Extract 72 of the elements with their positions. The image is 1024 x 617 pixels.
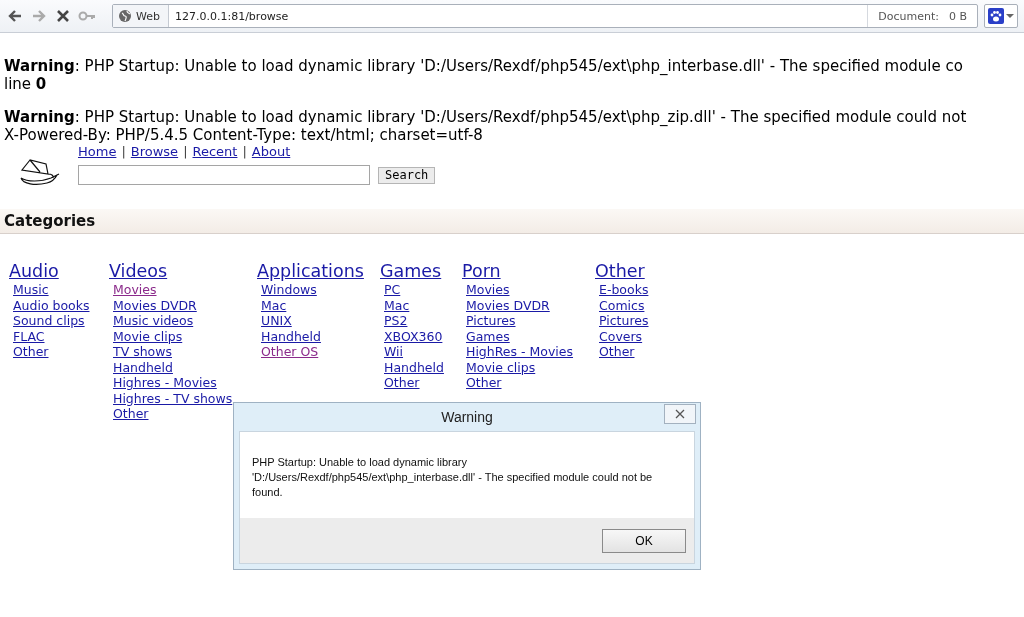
category-link[interactable]: Wii <box>384 344 404 360</box>
category-heading[interactable]: Audio <box>9 262 59 281</box>
caret-icon <box>1006 13 1014 19</box>
category-link[interactable]: Windows <box>261 282 317 298</box>
category-link[interactable]: Other <box>599 344 635 360</box>
category-link[interactable]: Audio books <box>13 297 90 313</box>
category-link[interactable]: Movie clips <box>113 328 183 344</box>
dialog-message: PHP Startup: Unable to load dynamic library 'D:/Users/Rexdf/php545/ext\php_interbase.dll' - The specified module could not be found. <box>252 455 654 500</box>
category-heading[interactable]: Videos <box>109 262 168 281</box>
category-link[interactable]: Other OS <box>261 344 319 360</box>
section-title: Categories <box>0 209 1024 234</box>
category-link[interactable]: Handheld <box>261 328 321 344</box>
category-link[interactable]: Other <box>466 375 502 391</box>
address-bar[interactable]: Web 127.0.0.1:81/browse Document: 0 B <box>112 4 978 28</box>
search-field[interactable] <box>78 165 370 185</box>
search-engine-button[interactable] <box>984 4 1018 28</box>
category-link[interactable]: E-books <box>599 282 649 298</box>
nav-separator: | <box>242 144 247 160</box>
category-link[interactable]: Movies DVDR <box>113 297 197 313</box>
category-link[interactable]: UNIX <box>261 313 292 329</box>
category-link[interactable]: Handheld <box>113 359 173 375</box>
category-link[interactable]: Other <box>13 344 49 360</box>
category-link[interactable]: Movies <box>113 282 157 298</box>
close-button[interactable] <box>664 404 696 424</box>
category-link[interactable]: Mac <box>261 297 287 313</box>
search-button[interactable]: Search <box>378 166 436 184</box>
category-link[interactable]: Music videos <box>113 313 194 329</box>
category-link[interactable]: Movies <box>466 282 510 298</box>
category-heading[interactable]: Games <box>380 262 442 281</box>
category-link[interactable]: FLAC <box>13 328 45 344</box>
status-label: Document: <box>878 9 939 23</box>
category-link[interactable]: Handheld <box>384 359 444 375</box>
status-value: 0 B <box>948 9 967 23</box>
category-link[interactable]: HighRes - Movies <box>466 344 574 360</box>
category-heading[interactable]: Porn <box>462 262 501 281</box>
header-line: X-Powered-By: PHP/5.4.5 Content-Type: text/html; charset=utf-8 <box>4 126 484 144</box>
mode-label: Web <box>136 9 160 23</box>
nav-link[interactable]: Home <box>78 144 117 160</box>
nav-separator: | <box>183 144 188 160</box>
category-link[interactable]: Pictures <box>599 313 649 329</box>
category-heading[interactable]: Other <box>595 262 645 281</box>
warning-message: Warning: PHP Startup: Unable to load dynamic library 'D:/Users/Rexdf/php545/ext\php_interbase.dll' - The specified module co <box>4 57 964 75</box>
url-text: 127.0.0.1:81/browse <box>174 9 290 23</box>
category-link[interactable]: Games <box>466 328 510 344</box>
category-link[interactable]: TV shows <box>113 344 172 360</box>
category-link[interactable]: Music <box>13 282 49 298</box>
category-link[interactable]: PC <box>384 282 401 298</box>
nav-link[interactable]: About <box>251 144 291 160</box>
category-link[interactable]: Movies DVDR <box>466 297 550 313</box>
ok-button[interactable]: OK <box>602 528 686 553</box>
category-link[interactable]: Covers <box>599 328 643 344</box>
category-link[interactable]: XBOX360 <box>384 328 443 344</box>
nav-separator: | <box>121 144 126 160</box>
paw-icon <box>988 8 1004 24</box>
nav-link[interactable]: Recent <box>192 144 238 160</box>
category-link[interactable]: Pictures <box>466 313 516 329</box>
category-link[interactable]: Sound clips <box>13 313 85 329</box>
category-link[interactable]: Highres - TV shows <box>113 390 233 406</box>
category-link[interactable]: PS2 <box>384 313 408 329</box>
close-icon <box>675 409 685 419</box>
category-link[interactable]: Highres - Movies <box>113 375 217 391</box>
dialog-title: Warning <box>441 409 493 425</box>
nav-link[interactable]: Browse <box>130 144 179 160</box>
warning-message: line 0 <box>4 75 48 93</box>
category-link[interactable]: Mac <box>384 297 410 313</box>
category-heading[interactable]: Applications <box>257 262 364 281</box>
category-link[interactable]: Other <box>113 406 149 422</box>
category-link[interactable]: Movie clips <box>466 359 536 375</box>
category-link[interactable]: Other <box>384 375 420 391</box>
warning-message: Warning: PHP Startup: Unable to load dynamic library 'D:/Users/Rexdf/php545/ext\php_zip.dll' - The specified module could not <box>4 108 968 126</box>
globe-icon <box>118 9 132 23</box>
category-link[interactable]: Comics <box>599 297 645 313</box>
